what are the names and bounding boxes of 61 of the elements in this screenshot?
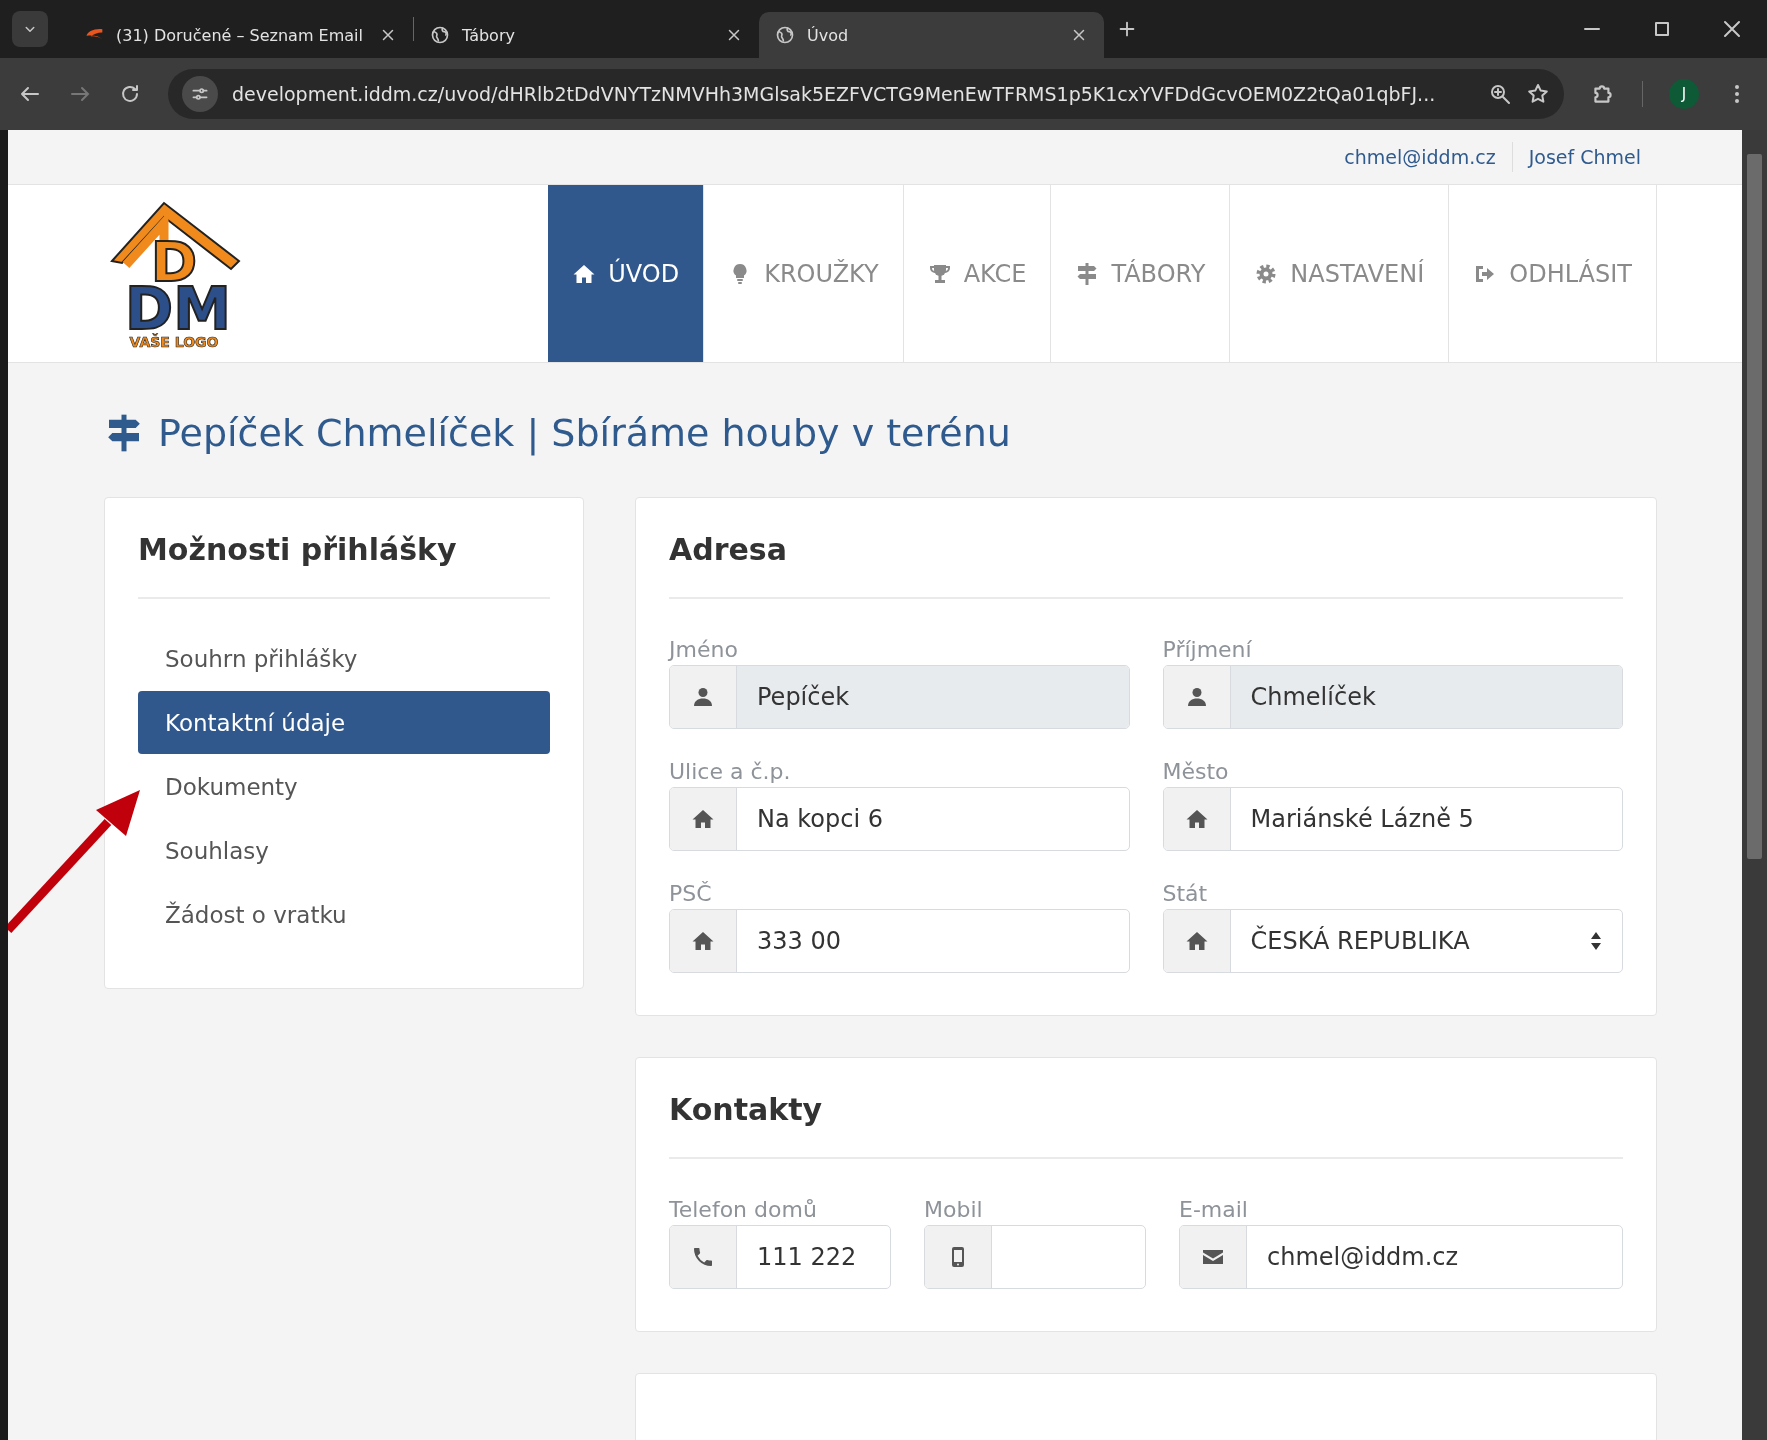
zoom-icon[interactable] — [1488, 82, 1512, 106]
field-value: chmel@iddm.cz — [1267, 1243, 1459, 1271]
phone-icon — [691, 1245, 715, 1269]
sidebar-item[interactable]: Souhrn přihlášky — [138, 627, 550, 690]
sidebar-item[interactable]: Kontaktní údaje — [138, 691, 550, 754]
house-icon — [691, 929, 715, 953]
input-field[interactable]: 333 00 — [669, 909, 1130, 973]
address-bar[interactable]: development.iddm.cz/uvod/dHRlb2tDdVNYTzNMVHh3MGlsak5EZFVCTG9MenEwTFRMS1p5K1cxYVFDdGcvOEM0Z2tQa01qbFJ... — [168, 69, 1564, 119]
browser-tab[interactable]: Úvod — [759, 12, 1104, 58]
field-label: Stát — [1162, 881, 1208, 906]
globe-icon — [430, 25, 450, 45]
field-label: Jméno — [669, 637, 738, 662]
house-icon — [1184, 929, 1209, 953]
field-label: PSČ — [669, 881, 712, 906]
signpost-icon — [1075, 261, 1100, 286]
card-title: Možnosti přihlášky — [138, 532, 550, 599]
site-settings-button[interactable] — [182, 76, 218, 112]
card-title: Kontakty — [669, 1092, 1623, 1159]
input-field[interactable]: 111 222 — [669, 1225, 891, 1289]
browser-tab[interactable]: (31) Doručené – Seznam Email — [68, 12, 413, 58]
page-title: Pepíček Chmelíček | Sbíráme houby v terénu — [158, 411, 1011, 455]
account-email-link[interactable]: chmel@iddm.cz — [1328, 146, 1512, 168]
house-icon — [1184, 807, 1209, 831]
input-field[interactable]: Na kopci 6 — [669, 787, 1130, 851]
input-field[interactable]: Chmelíček — [1162, 665, 1623, 729]
field-value: ČESKÁ REPUBLIKA — [1250, 927, 1470, 955]
browser-tab[interactable]: Tábory — [414, 12, 759, 58]
input-field[interactable]: Pepíček — [669, 665, 1130, 729]
scrollbar[interactable] — [1742, 130, 1767, 1440]
sidebar-item[interactable]: Souhlasy — [138, 819, 550, 882]
field-value: 333 00 — [757, 927, 841, 955]
star-icon[interactable] — [1526, 82, 1550, 106]
sidebar-item[interactable]: Žádost o vratku — [138, 883, 550, 946]
input-field[interactable] — [924, 1225, 1146, 1289]
field-label: Mobil — [924, 1197, 983, 1222]
tab-title: (31) Doručené – Seznam Email — [116, 25, 364, 45]
url-text: development.iddm.cz/uvod/dHRlb2tDdVNYTzNMVHh3MGlsak5EZFVCTG9MenEwTFRMS1p5K1cxYVFDdGcvOEM0Z2tQa01qbFJ... — [232, 83, 1437, 105]
field-value: Pepíček — [757, 683, 850, 711]
globe-icon — [775, 25, 795, 45]
account-name-link[interactable]: Josef Chmel — [1512, 146, 1657, 168]
user-icon — [691, 685, 715, 709]
card-title: Adresa — [669, 532, 1623, 599]
input-field[interactable]: Mariánské Lázně 5 — [1162, 787, 1623, 851]
field-value: Na kopci 6 — [757, 805, 883, 833]
sidebar-item[interactable]: Dokumenty — [138, 755, 550, 818]
field-label: Příjmení — [1162, 637, 1252, 662]
field-value: Chmelíček — [1250, 683, 1376, 711]
tab-title: Tábory — [462, 25, 516, 45]
field-value: 111 222 — [757, 1243, 857, 1271]
sort-caret-icon — [1590, 931, 1602, 951]
field-label: E-mail — [1179, 1197, 1248, 1222]
profile-avatar[interactable]: J — [1669, 79, 1699, 109]
field-label: Ulice a č.p. — [669, 759, 791, 784]
select-field[interactable]: ČESKÁ REPUBLIKA — [1162, 909, 1623, 973]
field-label: Město — [1162, 759, 1229, 784]
field-label: Telefon domů — [669, 1197, 817, 1222]
input-field[interactable]: chmel@iddm.cz — [1179, 1225, 1623, 1289]
tab-title: Úvod — [807, 25, 850, 45]
house-icon — [691, 807, 715, 831]
nav-tab[interactable]: ÚVOD — [548, 185, 705, 362]
field-value: Mariánské Lázně 5 — [1250, 805, 1474, 833]
